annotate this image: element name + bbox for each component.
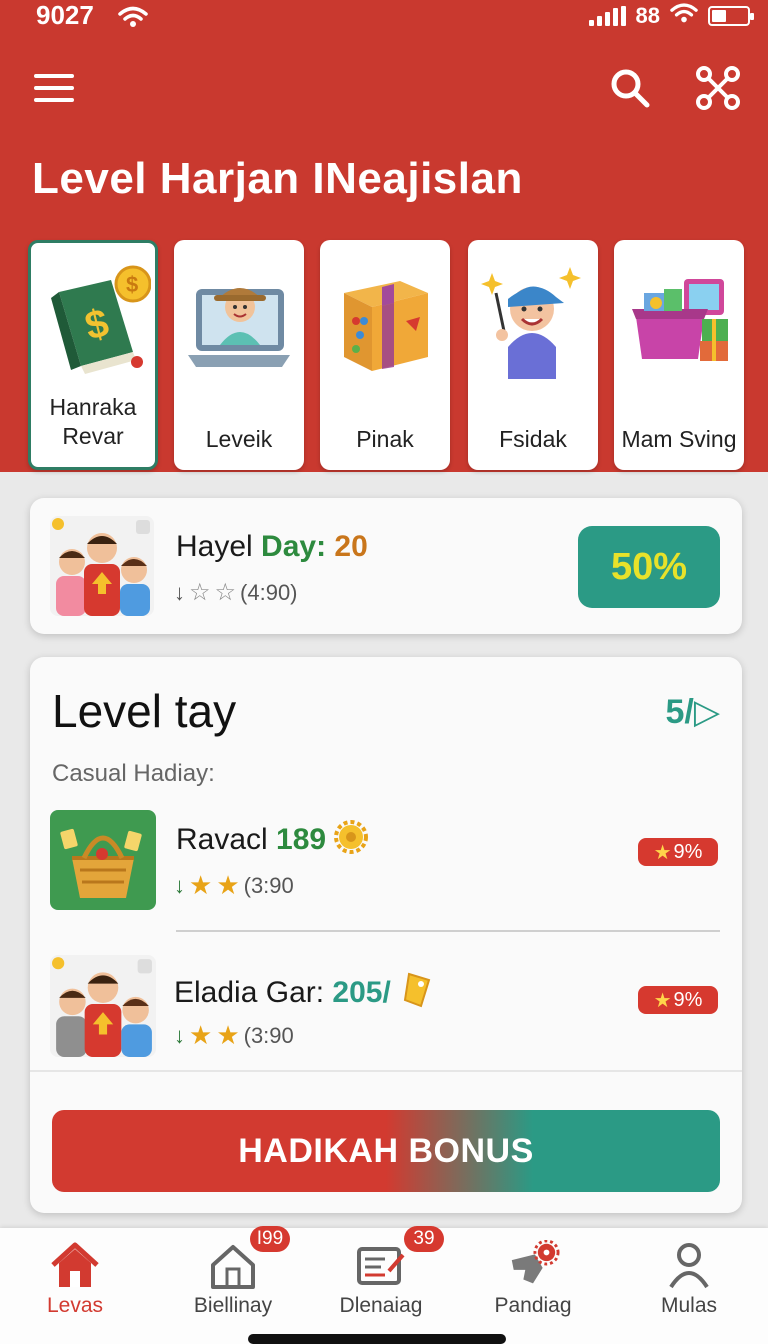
category-row: $ $ Hanraka Revar Leveik Pinak Fsidak Ma… [28, 240, 744, 470]
notification-badge: I99 [250, 1226, 290, 1252]
discount-button[interactable]: 50% [578, 526, 720, 608]
star-empty-icon: ☆ [214, 579, 237, 606]
basket-image[interactable] [50, 810, 156, 910]
category-card-hanraka-revar[interactable]: $ $ Hanraka Revar [28, 240, 158, 470]
gift-basket-icon [624, 254, 734, 384]
item-name: Ravacl [176, 822, 268, 856]
discount-badge: ★ 9% [638, 838, 718, 866]
star-full-icon: ★ [216, 1020, 240, 1050]
nav-label: Pandiag [494, 1294, 572, 1317]
star-full-icon: ★ [189, 1020, 213, 1050]
puzzle-gear-icon [506, 1240, 560, 1290]
down-arrow-icon: ↓ [174, 579, 185, 605]
star-icon: ★ [653, 989, 672, 1012]
item-title: Ravacl 189 [176, 820, 369, 862]
item-name: Eladia Gar: [174, 975, 325, 1009]
family-avatar-image [50, 516, 154, 616]
category-label: Fsidak [499, 426, 567, 452]
family-avatar-image[interactable] [50, 955, 156, 1057]
network-share-icon[interactable] [692, 62, 744, 114]
nav-item-levas[interactable]: Levas [0, 1228, 150, 1328]
down-arrow-icon: ↓ [174, 1022, 185, 1048]
nav-label: Levas [46, 1294, 104, 1317]
category-card-leveik[interactable]: Leveik [174, 240, 304, 470]
item-rating: ↓ ★ ★ (3:90 [174, 1020, 294, 1051]
featured-name: Hayel [176, 530, 253, 563]
star-full-icon: ★ [216, 870, 240, 900]
star-icon: ★ [653, 841, 672, 864]
box-icon [330, 254, 440, 384]
star-full-icon: ★ [189, 870, 213, 900]
notification-badge: 39 [404, 1226, 444, 1252]
bonus-button[interactable]: HADIKAH BONUS [52, 1110, 720, 1192]
category-card-pinak[interactable]: Pinak [320, 240, 450, 470]
separator [30, 1070, 742, 1072]
book-coin-icon: $ $ [41, 257, 151, 387]
category-label: Leveik [205, 426, 273, 452]
tag-icon [399, 970, 433, 1018]
person-icon [662, 1240, 716, 1290]
gear-coin-icon [334, 820, 369, 862]
divider [176, 930, 720, 932]
section-subtitle: Casual Hadiay: [52, 760, 215, 787]
status-bar: 9027 88 [0, 0, 768, 36]
category-label: Mam Sving [621, 426, 737, 452]
featured-rating: ↓ ☆ ☆ (4:90) [174, 578, 298, 607]
item-rating-text: (3:90 [243, 1022, 294, 1048]
nav-item-biellinay[interactable]: I99 Biellinay [158, 1226, 308, 1328]
bottom-nav: Levas I99 Biellinay 39 Dlenaiag Pandiag … [0, 1226, 768, 1344]
badge-text: 9% [673, 988, 703, 1011]
featured-title: Hayel Day: 20 [176, 530, 368, 564]
item-value: 205/ [332, 975, 391, 1009]
house-outline-icon [206, 1240, 260, 1290]
laptop-person-icon [184, 254, 294, 384]
signal-icon [588, 6, 626, 26]
wifi-icon [118, 4, 148, 35]
featured-rating-text: (4:90) [240, 579, 298, 605]
nav-label: Mulas [660, 1294, 718, 1317]
item-rating: ↓ ★ ★ (3:90 [174, 870, 294, 901]
section-count-link[interactable]: 5/▷ [665, 692, 720, 732]
badge-text: 9% [673, 840, 703, 863]
nav-item-dlenaiag[interactable]: 39 Dlenaiag [306, 1226, 456, 1328]
star-empty-icon: ☆ [189, 579, 211, 606]
featured-day-label: Day: [261, 530, 327, 563]
down-arrow-icon: ↓ [174, 872, 185, 898]
battery-icon [708, 6, 754, 26]
section-title: Level tay [52, 685, 237, 737]
item-rating-text: (3:90 [243, 872, 294, 898]
search-icon[interactable] [606, 64, 654, 112]
wifi-icon [670, 2, 698, 30]
list-edit-icon [354, 1240, 408, 1290]
item-value: 189 [276, 822, 327, 856]
svg-text:$: $ [126, 272, 138, 297]
network-label: 88 [635, 3, 660, 28]
home-icon [48, 1240, 102, 1290]
home-indicator [248, 1334, 506, 1344]
boy-sparkle-icon [478, 254, 588, 384]
category-card-fsidak[interactable]: Fsidak [468, 240, 598, 470]
nav-item-pandiag[interactable]: Pandiag [458, 1228, 608, 1328]
item-title: Eladia Gar: 205/ [174, 970, 433, 1018]
status-time: 9027 [36, 0, 94, 30]
nav-label: Biellinay [193, 1294, 273, 1317]
category-card-mam-sving[interactable]: Mam Sving [614, 240, 744, 470]
nav-label: Dlenaiag [339, 1294, 423, 1317]
nav-item-mulas[interactable]: Mulas [614, 1228, 764, 1328]
featured-day-value: 20 [334, 530, 368, 563]
category-label: Pinak [356, 426, 414, 452]
menu-icon[interactable] [32, 68, 76, 108]
category-label: Hanraka Revar [49, 394, 137, 449]
discount-badge: ★ 9% [638, 986, 718, 1014]
page-title: Level Harjan INeajislan [32, 154, 523, 203]
